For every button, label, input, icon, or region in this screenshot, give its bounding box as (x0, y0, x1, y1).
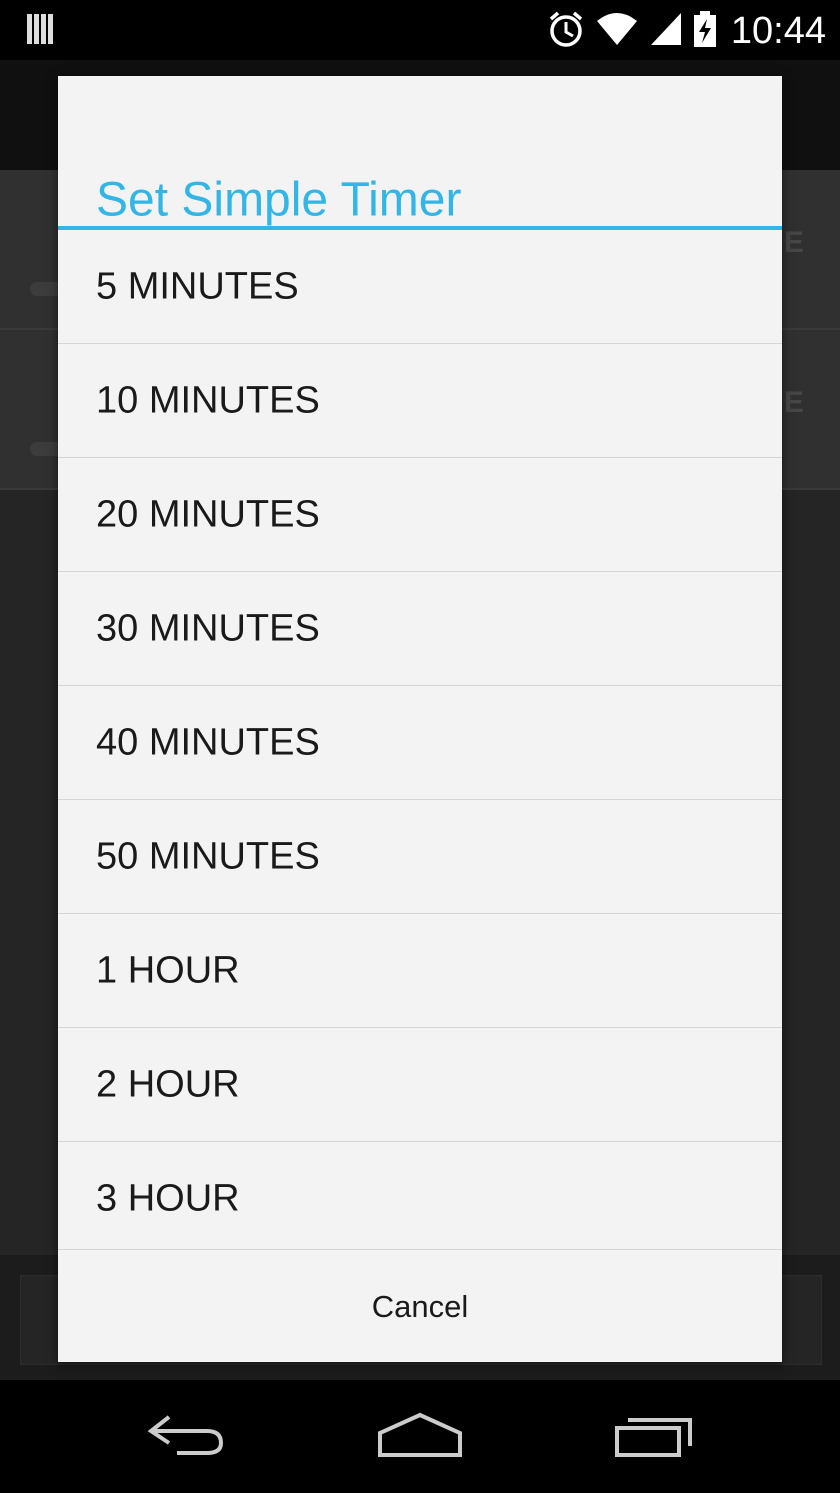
option-label: 5 MINUTES (96, 265, 299, 307)
recents-icon (614, 1412, 696, 1463)
timer-option-50-minutes[interactable]: 50 MINUTES (58, 800, 782, 914)
battery-charging-icon (693, 10, 717, 53)
timer-option-5-minutes[interactable]: 5 MINUTES (58, 230, 782, 344)
dialog-button-bar: Cancel (58, 1249, 782, 1363)
option-label: 40 MINUTES (96, 721, 320, 763)
status-bar: 10:44 (0, 0, 840, 60)
timer-option-list: 5 MINUTES 10 MINUTES 20 MINUTES 30 MINUT… (58, 230, 782, 1255)
home-icon (376, 1411, 464, 1464)
dialog-title: Set Simple Timer (96, 173, 462, 227)
cancel-button[interactable]: Cancel (58, 1250, 782, 1363)
option-label: 30 MINUTES (96, 607, 320, 649)
back-icon (147, 1413, 227, 1462)
cell-signal-icon (649, 11, 683, 52)
timer-option-1-hour[interactable]: 1 HOUR (58, 914, 782, 1028)
timer-option-3-hour[interactable]: 3 HOUR (58, 1142, 782, 1255)
option-label: 2 HOUR (96, 1063, 240, 1105)
option-label: 10 MINUTES (96, 379, 320, 421)
timer-dialog: Set Simple Timer 5 MINUTES 10 MINUTES 20… (58, 76, 782, 1362)
timer-option-10-minutes[interactable]: 10 MINUTES (58, 344, 782, 458)
home-button[interactable] (365, 1400, 475, 1474)
option-label: 3 HOUR (96, 1177, 240, 1219)
status-time: 10:44 (730, 9, 826, 52)
alarm-icon (547, 10, 585, 53)
timer-option-2-hour[interactable]: 2 HOUR (58, 1028, 782, 1142)
option-label: 1 HOUR (96, 949, 240, 991)
back-button[interactable] (132, 1400, 242, 1474)
navigation-bar (0, 1380, 840, 1493)
timer-option-40-minutes[interactable]: 40 MINUTES (58, 686, 782, 800)
option-label: 20 MINUTES (96, 493, 320, 535)
wifi-icon (595, 11, 639, 52)
timer-option-20-minutes[interactable]: 20 MINUTES (58, 458, 782, 572)
recents-button[interactable] (600, 1400, 710, 1474)
notification-icon (26, 12, 56, 46)
timer-option-30-minutes[interactable]: 30 MINUTES (58, 572, 782, 686)
option-label: 50 MINUTES (96, 835, 320, 877)
